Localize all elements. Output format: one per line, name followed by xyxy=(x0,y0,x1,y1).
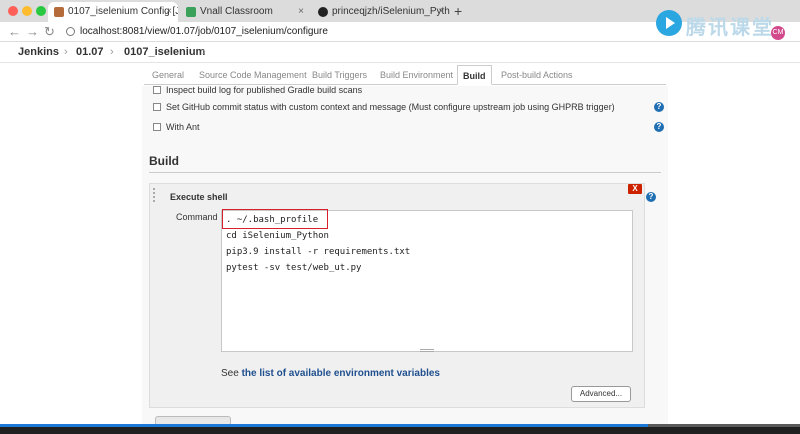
profile-avatar[interactable]: CM xyxy=(771,26,785,40)
github-favicon-icon xyxy=(318,7,328,17)
browser-tab-classroom[interactable]: Vnall Classroom × xyxy=(180,2,310,22)
env-vars-prefix: See xyxy=(221,368,242,379)
checkbox[interactable] xyxy=(153,123,161,131)
checkbox[interactable] xyxy=(153,103,161,111)
option-gradle-build-scans[interactable]: Inspect build log for published Gradle b… xyxy=(153,85,362,95)
tab-close-icon[interactable]: × xyxy=(438,2,444,22)
env-vars-note: See the list of available environment va… xyxy=(221,368,440,379)
option-with-ant[interactable]: With Ant xyxy=(153,122,200,132)
checkbox[interactable] xyxy=(153,86,161,94)
breadcrumb-separator: › xyxy=(110,46,114,58)
forward-button[interactable]: → xyxy=(26,24,39,40)
tab-close-icon[interactable]: × xyxy=(298,2,304,22)
back-button[interactable]: ← xyxy=(8,24,21,40)
tab-post-build-actions[interactable]: Post-build Actions xyxy=(501,65,573,85)
window-zoom-button[interactable] xyxy=(36,6,46,16)
tab-label: Vnall Classroom xyxy=(200,6,273,17)
play-logo-icon xyxy=(656,10,682,36)
help-icon[interactable]: ? xyxy=(646,192,656,202)
command-line: pytest -sv test/web_ut.py xyxy=(226,263,362,273)
command-label: Command xyxy=(176,212,218,222)
command-line: pip3.9 install -r requirements.txt xyxy=(226,247,411,257)
step-title: Execute shell xyxy=(170,192,228,202)
tab-general[interactable]: General xyxy=(152,65,184,85)
window-close-button[interactable] xyxy=(8,6,18,16)
video-control-bar xyxy=(0,427,800,434)
build-section-title: Build xyxy=(149,154,179,168)
breadcrumb-separator: › xyxy=(202,46,206,58)
command-textarea[interactable]: . ~/.bash_profile cd iSelenium_Python pi… xyxy=(221,209,633,352)
breadcrumb-jenkins[interactable]: Jenkins xyxy=(18,46,59,58)
section-divider xyxy=(149,172,661,173)
browser-tab-jenkins-config[interactable]: 0107_iselenium Config [Jenkins] × xyxy=(48,2,178,22)
tab-close-icon[interactable]: × xyxy=(166,2,172,22)
browser-tab-github[interactable]: princeqjzh/iSelenium_Python × xyxy=(312,2,450,22)
tab-build[interactable]: Build xyxy=(457,65,492,85)
classroom-favicon-icon xyxy=(186,7,196,17)
option-label: Inspect build log for published Gradle b… xyxy=(166,85,363,95)
help-icon[interactable]: ? xyxy=(654,122,664,132)
watermark-text: 腾讯课堂 xyxy=(686,17,774,39)
reload-button[interactable]: ↻ xyxy=(44,24,55,40)
tab-build-triggers[interactable]: Build Triggers xyxy=(312,65,367,85)
tab-label: princeqjzh/iSelenium_Python xyxy=(332,6,450,17)
new-tab-button[interactable]: + xyxy=(454,2,462,20)
breadcrumb-job[interactable]: 0107_iselenium xyxy=(124,46,205,58)
delete-step-button[interactable]: X xyxy=(628,184,642,194)
window-minimize-button[interactable] xyxy=(22,6,32,16)
tab-source-code-management[interactable]: Source Code Management xyxy=(199,65,307,85)
tab-label: 0107_iselenium Config [Jenkins] xyxy=(68,6,178,17)
breadcrumb-view[interactable]: 01.07 xyxy=(76,46,104,58)
config-tabs: General Source Code Management Build Tri… xyxy=(144,65,666,85)
option-label: Set GitHub commit status with custom con… xyxy=(166,102,615,112)
option-label: With Ant xyxy=(166,122,200,132)
command-line: . ~/.bash_profile xyxy=(226,215,319,225)
help-icon[interactable]: ? xyxy=(654,102,664,112)
config-form: Inspect build log for published Gradle b… xyxy=(142,85,668,434)
drag-handle-icon[interactable] xyxy=(153,188,157,202)
site-info-icon[interactable] xyxy=(66,27,75,36)
jenkins-favicon-icon xyxy=(54,7,64,17)
tab-build-environment[interactable]: Build Environment xyxy=(380,65,453,85)
url-field[interactable]: localhost:8081/view/01.07/job/0107_isele… xyxy=(80,26,328,37)
breadcrumb: Jenkins › 01.07 › 0107_iselenium › xyxy=(0,43,800,63)
resize-grip-icon[interactable] xyxy=(420,349,434,352)
command-line: cd iSelenium_Python xyxy=(226,231,329,241)
env-vars-link[interactable]: the list of available environment variab… xyxy=(242,368,440,379)
option-github-commit-status[interactable]: Set GitHub commit status with custom con… xyxy=(153,102,615,112)
breadcrumb-separator: › xyxy=(64,46,68,58)
advanced-button[interactable]: Advanced... xyxy=(571,386,631,402)
